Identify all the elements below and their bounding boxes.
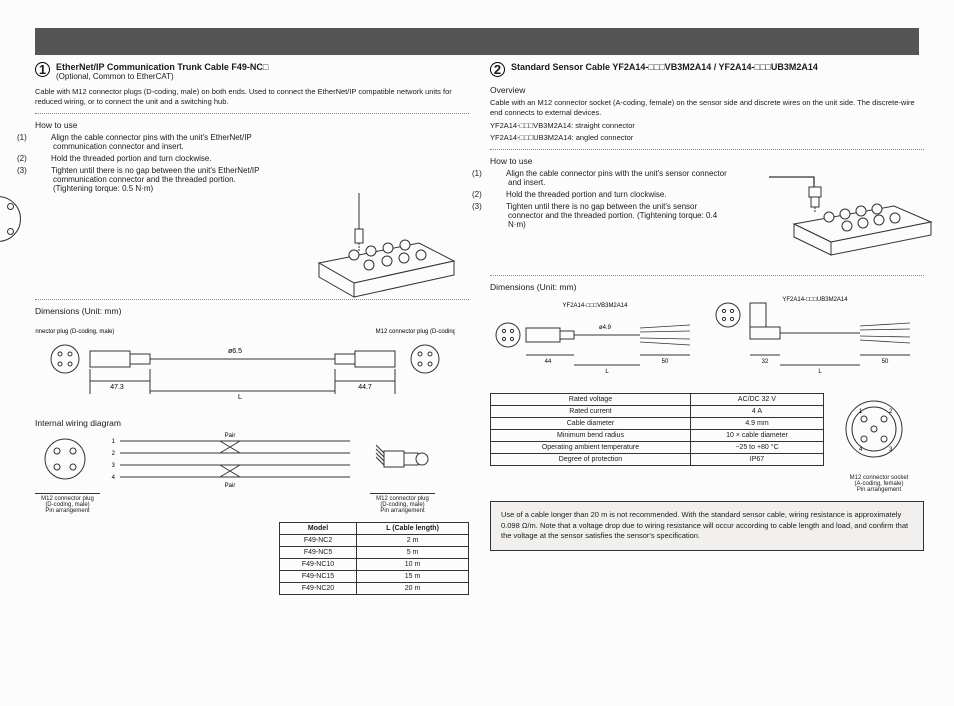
section-number-2: 2 [490,62,505,77]
device-iso-diagram-right [759,169,934,264]
svg-text:ø6.5: ø6.5 [228,348,242,355]
section-title-left: EtherNet/IP Communication Trunk Cable F4… [56,62,268,72]
section-title-right: Standard Sensor Cable YF2A14-□□□VB3M2A14… [511,62,818,73]
section-heading-right: 2 Standard Sensor Cable YF2A14-□□□VB3M2A… [490,62,924,77]
section-number-1: 1 [35,62,50,77]
svg-text:L: L [605,369,609,375]
svg-text:M12 connector plug (D-coding,: M12 connector plug (D-coding, male) [35,329,114,335]
step-2-left: (2)Hold the threaded portion and turn cl… [35,154,275,163]
svg-text:YF2A14-□□□UB3M2A14: YF2A14-□□□UB3M2A14 [782,297,848,303]
intro-right: Cable with an M12 connector socket (A-co… [490,98,924,118]
dimension-drawing-right: YF2A14-□□□VB3M2A14 44 L 50 ø4.9 [490,295,924,387]
note-box-right: Use of a cable longer than 20 m is not r… [490,501,924,551]
straight-label: YF2A14-□□□VB3M2A14: straight connector [490,121,924,131]
model-length-table-left: Model L (Cable length) F49-NC22 m F49-NC… [279,522,469,595]
step-2-right: (2)Hold the threaded portion and turn cl… [490,190,730,199]
wiring-diagram-left: 1 2 3 4 Pair Pair [110,431,360,491]
svg-text:3: 3 [112,463,116,469]
svg-text:50: 50 [882,359,889,365]
svg-text:YF2A14-□□□VB3M2A14: YF2A14-□□□VB3M2A14 [563,303,629,309]
dim-title-left: Dimensions (Unit: mm) [35,306,469,316]
svg-text:50: 50 [662,359,669,365]
svg-text:M12 connector plug (D-coding,: M12 connector plug (D-coding, male) [376,329,455,335]
right-column: 2 Standard Sensor Cable YF2A14-□□□VB3M2A… [490,62,924,551]
connector-face-diagram [0,196,21,242]
svg-text:44: 44 [545,359,552,365]
svg-text:L: L [818,369,822,375]
svg-text:1: 1 [112,439,116,445]
conn-pinout-left-b: M12 connector plug (D-coding, male) Pin … [370,431,435,514]
intro-title-right: Overview [490,85,924,95]
intro-left: Cable with M12 connector plugs (D-coding… [35,87,469,107]
conn-pinout-right: 1 2 4 3 M12 connector socket (A-coding, … [834,393,924,493]
dim-title-right: Dimensions (Unit: mm) [490,282,924,292]
wiring-title-left: Internal wiring diagram [35,418,469,428]
usage-title-left: How to use [35,120,469,130]
svg-text:ø4.9: ø4.9 [599,325,612,331]
separator [35,113,469,114]
section-sub-left: (Optional, Common to EtherCAT) [56,72,268,81]
header-bar [35,28,919,55]
svg-text:Pair: Pair [225,433,236,439]
svg-text:4: 4 [112,475,116,481]
separator [490,149,924,150]
step-3-right: (3)Tighten until there is no gap between… [490,202,730,229]
svg-text:32: 32 [762,359,769,365]
section-heading-left: 1 EtherNet/IP Communication Trunk Cable … [35,62,469,81]
step-1-right: (1)Align the cable connector pins with t… [490,169,730,187]
dimension-drawing-left: 47.3 44.7 L ø6.5 M12 connector plug (D-c… [35,319,455,414]
angled-label: YF2A14-□□□UB3M2A14: angled connector [490,133,924,143]
step-3-left: (3)Tighten until there is no gap between… [35,166,275,193]
step-1-left: (1)Align the cable connector pins with t… [35,133,275,151]
spec-table-right: Rated voltageAC/DC 32 V Rated current4 A… [490,393,824,466]
svg-text:Pair: Pair [225,483,236,489]
svg-text:L: L [238,394,242,401]
svg-text:44.7: 44.7 [358,384,372,391]
device-iso-diagram-left [299,193,469,303]
svg-text:2: 2 [112,451,116,457]
left-column: 1 EtherNet/IP Communication Trunk Cable … [35,62,469,595]
usage-title-right: How to use [490,156,924,166]
conn-pinout-left-a: M12 connector plug (D-coding, male) Pin … [35,431,100,514]
svg-text:47.3: 47.3 [110,384,124,391]
separator [490,275,924,276]
